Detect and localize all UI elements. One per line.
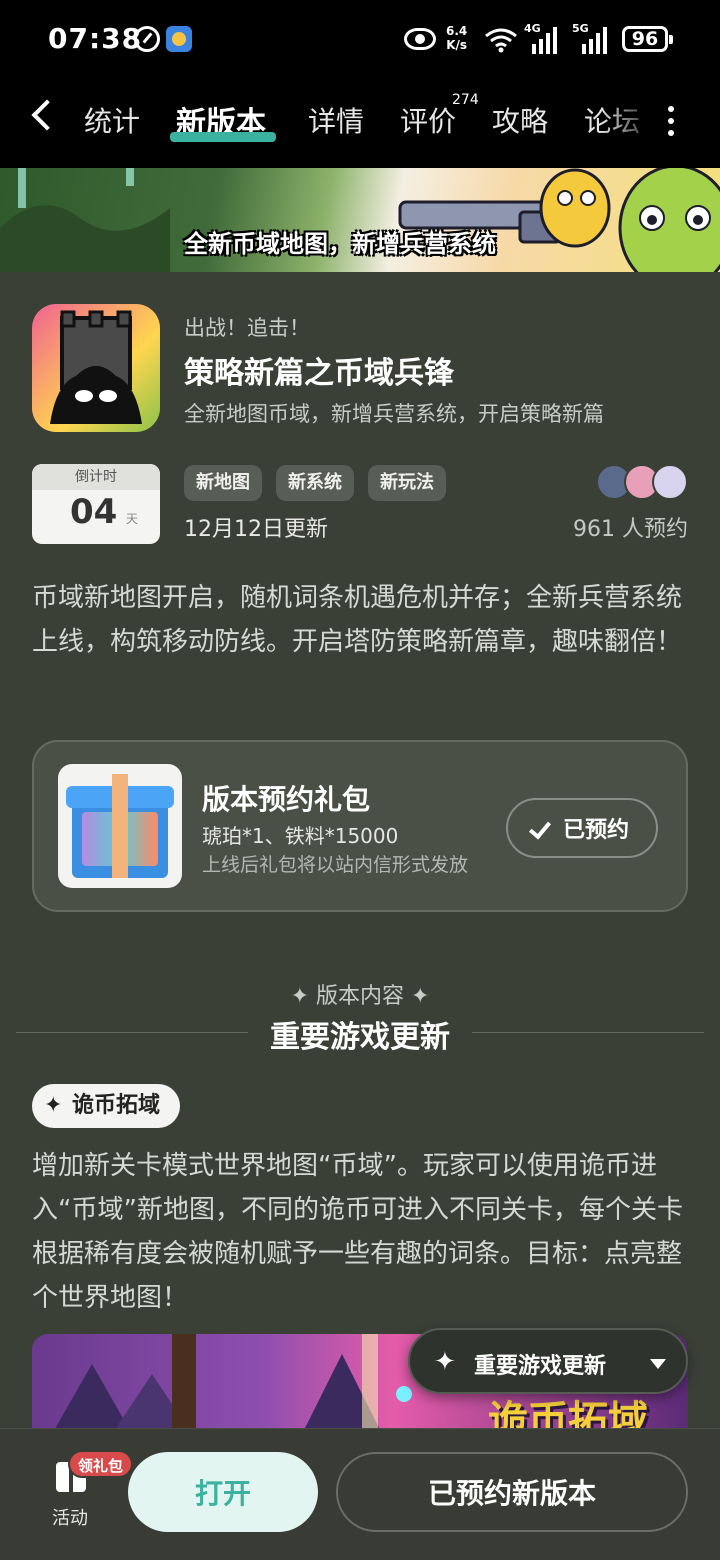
countdown-label: 倒计时 xyxy=(32,464,160,490)
reviews-count-badge: 274 xyxy=(452,92,479,108)
gift-ribbon xyxy=(112,774,128,878)
speedometer-icon xyxy=(134,26,160,52)
more-options-icon[interactable] xyxy=(668,106,674,136)
network-speed-unit: K/s xyxy=(446,38,468,52)
tab-details[interactable]: 详情 xyxy=(308,100,364,140)
gift-title: 版本预约礼包 xyxy=(202,783,371,816)
section-jump-label: 重要游戏更新 xyxy=(474,1354,607,1379)
section-title: 重要游戏更新 xyxy=(270,1020,450,1055)
countdown-days-value: 04 xyxy=(70,492,118,532)
version-description: 币域新地图开启，随机词条机遇危机并存；全新兵营系统上线，构筑移动防线。开启塔防策… xyxy=(32,583,683,657)
version-eyebrow: 出战！追击！ xyxy=(184,316,310,340)
gift-items: 琥珀*1、铁料*15000 xyxy=(202,824,399,848)
sparkle-icon: ✦ xyxy=(434,1347,456,1377)
gift-box-image xyxy=(58,764,182,888)
reserved-new-version-button[interactable]: 已预约新版本 xyxy=(336,1452,688,1532)
open-game-button[interactable]: 打开 xyxy=(128,1452,318,1532)
check-icon xyxy=(528,816,552,840)
signal-4g-icon xyxy=(532,24,557,54)
tag-new-system: 新系统 xyxy=(276,465,354,501)
tab-active-indicator xyxy=(170,132,276,142)
tab-reviews[interactable]: 评价 xyxy=(400,100,456,140)
eye-comfort-icon xyxy=(404,28,436,50)
section-jump-dropdown[interactable]: ✦ 重要游戏更新 xyxy=(408,1328,688,1394)
wifi-icon xyxy=(485,28,517,53)
tag-new-map: 新地图 xyxy=(184,465,262,501)
tab-fade-overlay xyxy=(600,92,660,152)
tag-new-gameplay: 新玩法 xyxy=(368,465,446,501)
caret-down-icon xyxy=(650,1359,666,1369)
weather-icon xyxy=(166,26,192,52)
reserver-avatars xyxy=(596,464,690,500)
network-speed-value: 6.4 xyxy=(446,24,468,38)
network-speed: 6.4 K/s xyxy=(446,24,467,52)
update-date: 12月12日更新 xyxy=(184,517,328,542)
version-title: 策略新篇之币域兵锋 xyxy=(184,356,454,391)
game-app-icon[interactable] xyxy=(32,304,160,432)
claim-gift-badge[interactable]: 领礼包 xyxy=(68,1450,134,1478)
activity-label[interactable]: 活动 xyxy=(52,1504,88,1530)
reservation-gift-card: 版本预约礼包 琥珀*1、铁料*15000 上线后礼包将以站内信形式发放 已预约 xyxy=(32,740,688,912)
feature-chip-label: 诡币拓域 xyxy=(72,1093,161,1118)
avatar xyxy=(652,464,688,500)
battery-indicator: 96 xyxy=(622,26,673,52)
version-subtitle: 全新地图币域，新增兵营系统，开启策略新篇 xyxy=(184,402,604,426)
gift-reserved-label: 已预约 xyxy=(562,818,629,843)
countdown-card: 倒计时 04 天 xyxy=(32,464,160,544)
gift-note: 上线后礼包将以站内信形式发放 xyxy=(202,854,469,876)
section-label: ✦ 版本内容 ✦ xyxy=(290,984,430,1009)
banner-caption: 全新币域地图，新增兵营系统 xyxy=(184,230,496,258)
tab-guides[interactable]: 攻略 xyxy=(492,100,548,140)
reservation-count: 961 人预约 xyxy=(573,517,688,542)
signal-5g-icon xyxy=(582,24,607,54)
feature-chip: ✦ 诡币拓域 xyxy=(32,1084,181,1128)
version-banner: 全新币域地图，新增兵营系统 xyxy=(0,168,720,272)
gift-reserved-button[interactable]: 已预约 xyxy=(506,798,658,858)
countdown-unit: 天 xyxy=(126,512,139,526)
status-time: 07:38 xyxy=(48,22,143,55)
tab-stats[interactable]: 统计 xyxy=(84,100,140,140)
tower-icon xyxy=(50,310,142,424)
feature-description: 增加新关卡模式世界地图“币域”。玩家可以使用诡币进入“币域”新地图，不同的诡币可… xyxy=(32,1151,683,1313)
sparkle-icon: ✦ xyxy=(44,1093,63,1118)
